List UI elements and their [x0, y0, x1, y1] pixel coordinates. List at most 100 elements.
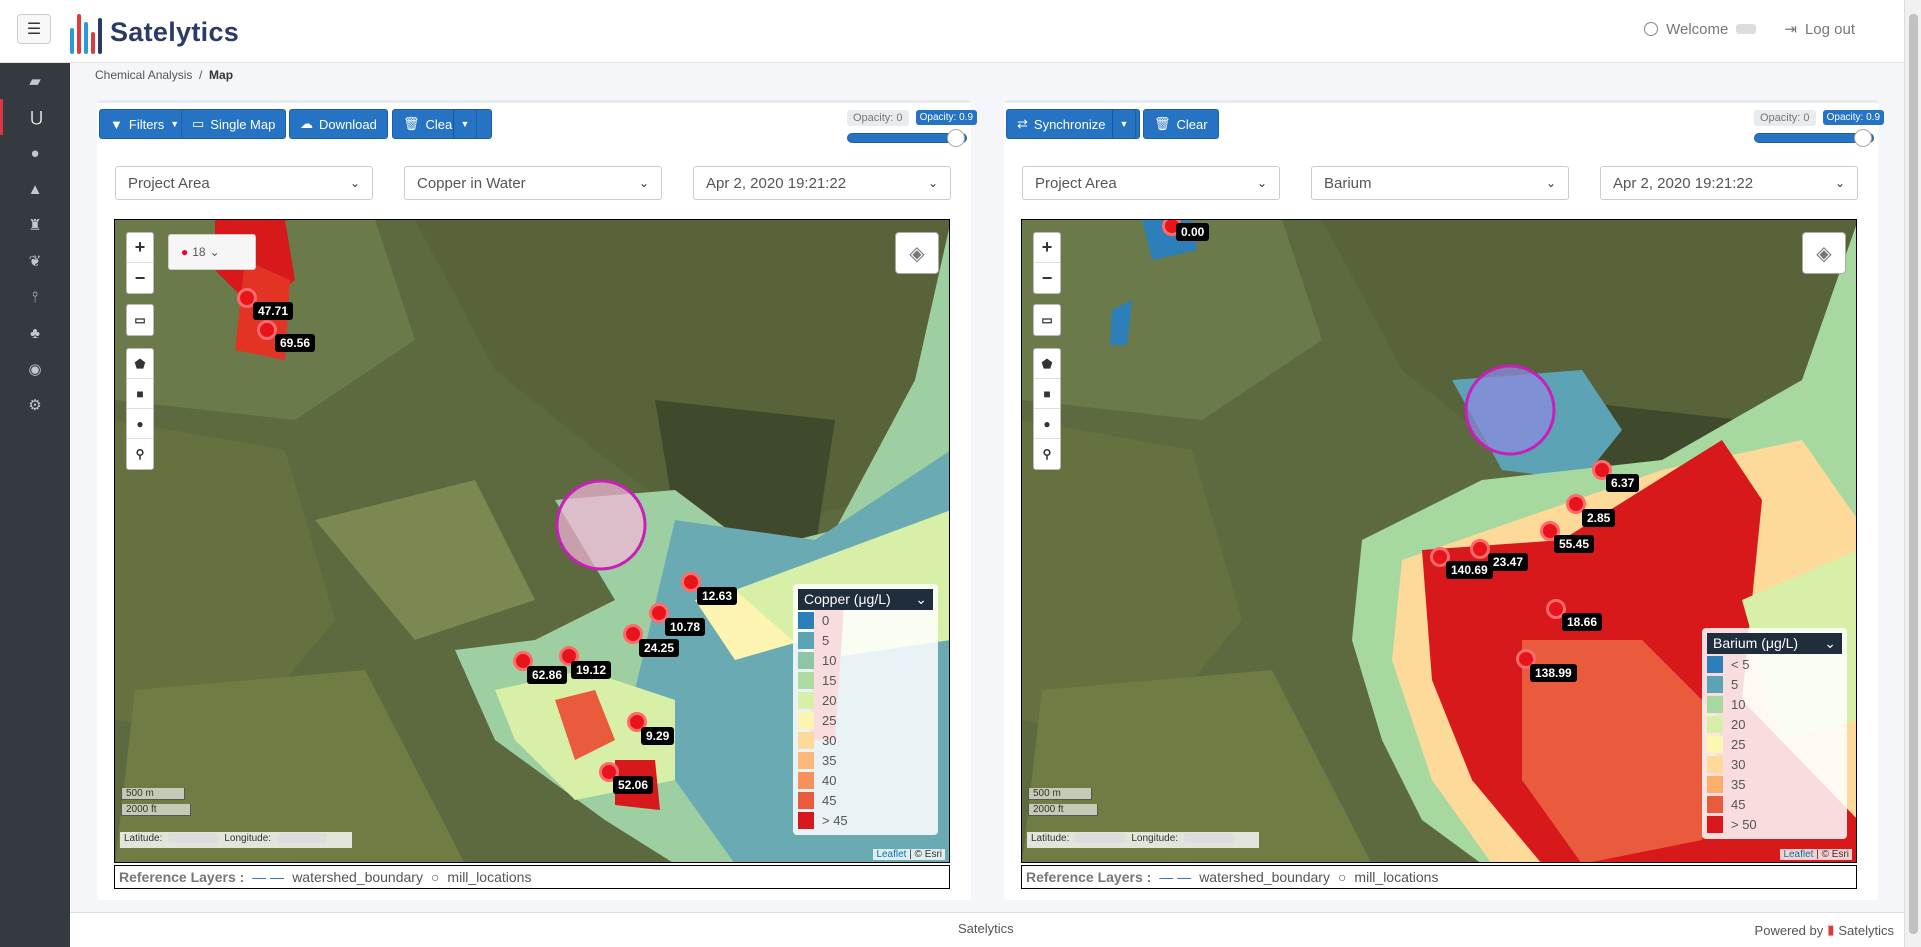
legend-swatch	[798, 771, 814, 789]
legend-header[interactable]: Barium (μg/L) ⌄	[1707, 633, 1842, 654]
powered-by-brand[interactable]: Satelytics	[1838, 923, 1894, 938]
right-clear-button[interactable]: 🗑 Clear	[1143, 109, 1219, 139]
opacity-slider[interactable]: Opacity: 0 Opacity: 0.9	[847, 107, 977, 147]
logout-link[interactable]: ⇥ Log out	[1784, 20, 1855, 39]
sidebar-item-alerts[interactable]: ▲	[0, 171, 70, 207]
legend-swatch	[798, 751, 814, 769]
legend-label: 35	[822, 752, 837, 768]
legend-header[interactable]: Copper (μg/L) ⌄	[798, 589, 933, 610]
sample-label: 9.29	[641, 727, 675, 745]
sample-marker[interactable]	[1470, 539, 1490, 559]
breadcrumb-parent[interactable]: Chemical Analysis	[95, 68, 192, 82]
chevron-down-icon: ⌄	[915, 591, 927, 607]
menu-toggle-button[interactable]: ☰	[17, 14, 51, 44]
leaflet-link[interactable]: Leaflet	[876, 849, 906, 860]
legend-swatch	[798, 791, 814, 809]
download-button[interactable]: ☁ Download	[289, 109, 388, 139]
clear-dropdown-toggle[interactable]: ▼	[453, 109, 477, 139]
opacity-handle[interactable]	[1854, 129, 1872, 147]
reference-layer-watershed[interactable]: watershed_boundary	[1199, 869, 1330, 885]
filters-button[interactable]: ▼ Filters ▼	[99, 109, 191, 139]
measure-control: ▭	[126, 304, 154, 336]
legend-swatch	[798, 691, 814, 709]
reference-layer-watershed[interactable]: watershed_boundary	[292, 869, 423, 885]
legend-rows: 0 5 10 15 20 25 30 35 40 45 > 45	[798, 610, 933, 830]
right-date-select[interactable]: Apr 2, 2020 19:21:22 ⌄	[1600, 166, 1858, 200]
zoom-out-button[interactable]: −	[1034, 263, 1060, 293]
scale-bar-meters: 500 m	[1028, 788, 1092, 800]
brand-logo[interactable]: Satelytics	[70, 6, 239, 58]
sidebar-item-lab[interactable]: ♜	[0, 207, 70, 243]
draw-rectangle-icon[interactable]: ■	[1034, 379, 1060, 409]
legend-label: 30	[1731, 756, 1746, 772]
layers-toggle-button[interactable]: ◈	[895, 232, 939, 274]
sidebar-item-temperature[interactable]: ⫯	[0, 279, 70, 315]
layers-toggle-button[interactable]: ◈	[1802, 232, 1846, 274]
sample-label: 140.69	[1446, 561, 1493, 579]
legend-label: > 45	[822, 812, 848, 828]
draw-polygon-icon[interactable]: ⬟	[1034, 349, 1060, 379]
synchronize-dropdown-toggle[interactable]: ▼	[1112, 109, 1136, 139]
chevron-down-icon: ⌄	[638, 176, 649, 190]
caret-down-icon: ▼	[460, 119, 470, 129]
legend-label: 45	[822, 792, 837, 808]
zoom-in-button[interactable]: +	[1034, 233, 1060, 263]
draw-circle-icon[interactable]: ●	[1034, 409, 1060, 439]
zoom-out-button[interactable]: −	[127, 263, 153, 293]
warning-icon: ▲	[27, 180, 43, 198]
map-marker-icon: ●	[181, 245, 189, 259]
tree-icon: ♣	[30, 324, 40, 342]
zoom-control: + −	[1033, 232, 1061, 294]
desktop-icon: ▭	[192, 116, 205, 131]
chevron-down-icon: ⌄	[927, 176, 938, 190]
project-area-select[interactable]: Project Area ⌄	[115, 166, 373, 200]
legend-item: > 45	[798, 810, 933, 830]
reference-layer-mills[interactable]: mill_locations	[447, 869, 531, 885]
draw-polygon-icon[interactable]: ⬟	[127, 349, 153, 379]
page-scrollbar[interactable]	[1904, 0, 1921, 947]
right-opacity-slider[interactable]: Opacity: 0 Opacity: 0.9	[1754, 107, 1884, 147]
circle-outline-icon: ○	[430, 869, 440, 885]
date-select[interactable]: Apr 2, 2020 19:21:22 ⌄	[693, 166, 951, 200]
right-chemical-select[interactable]: Barium ⌄	[1311, 166, 1569, 200]
legend-label: 10	[1731, 696, 1746, 712]
legend-item: 20	[1707, 714, 1842, 734]
sidebar-item-forest[interactable]: ♣	[0, 315, 70, 351]
zoom-in-button[interactable]: +	[127, 233, 153, 263]
sidebar-item-water[interactable]: ●	[0, 135, 70, 171]
ruler-icon[interactable]: ▭	[1034, 305, 1060, 335]
sidebar-item-chemical[interactable]: ⋃	[0, 99, 70, 135]
ruler-icon[interactable]: ▭	[127, 305, 153, 335]
marker-count-dropdown[interactable]: ● 18 ⌄	[168, 234, 256, 270]
legend-swatch	[798, 611, 814, 629]
welcome-user[interactable]: Welcome	[1644, 20, 1757, 38]
draw-marker-icon[interactable]: ⚲	[1034, 439, 1060, 469]
right-project-area-select[interactable]: Project Area ⌄	[1022, 166, 1280, 200]
breadcrumb: Chemical Analysis / Map	[95, 68, 234, 82]
legend-label: 35	[1731, 776, 1746, 792]
single-map-button[interactable]: ▭ Single Map	[181, 109, 287, 139]
sample-marker[interactable]	[257, 320, 277, 340]
draw-circle-icon[interactable]: ●	[127, 409, 153, 439]
legend-swatch	[798, 731, 814, 749]
chevron-down-icon: ⌄	[1545, 176, 1556, 190]
draw-rectangle-icon[interactable]: ■	[127, 379, 153, 409]
reference-layer-mills[interactable]: mill_locations	[1354, 869, 1438, 885]
scrollbar-thumb[interactable]	[1909, 14, 1918, 934]
sample-label: 19.12	[571, 661, 612, 679]
right-map[interactable]: + − ▭ ⬟ ■ ● ⚲ ◈ 0.00 6.37 2.85 55.45 140…	[1021, 219, 1857, 863]
draw-marker-icon[interactable]: ⚲	[127, 439, 153, 469]
chemical-select[interactable]: Copper in Water ⌄	[404, 166, 662, 200]
map-attribution: Leaflet | © Esri	[1780, 849, 1852, 860]
left-map[interactable]: + − ● 18 ⌄ ▭ ⬟ ■ ● ⚲ ◈ 47.71 69.56 12.63 1…	[114, 219, 950, 863]
powered-by: Powered by ▮ Satelytics	[1755, 922, 1894, 938]
legend-label: < 5	[1731, 656, 1750, 672]
legend-swatch	[1707, 715, 1723, 733]
sidebar-item-files[interactable]: ▰	[0, 63, 70, 99]
legend-swatch	[798, 671, 814, 689]
sidebar-item-profile[interactable]: ◉	[0, 351, 70, 387]
opacity-handle[interactable]	[947, 129, 965, 147]
sidebar-item-settings[interactable]: ⚙	[0, 387, 70, 423]
sidebar-item-vegetation[interactable]: ❦	[0, 243, 70, 279]
leaflet-link[interactable]: Leaflet	[1783, 849, 1813, 860]
